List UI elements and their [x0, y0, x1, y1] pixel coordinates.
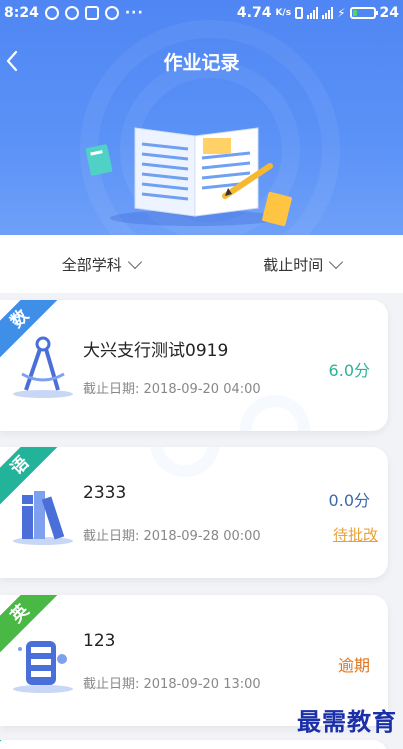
homework-record-card[interactable]: 语 2333 截止日期: 2018-09-28 00:00 0.0分 待批改: [0, 447, 388, 578]
deadline-text: 截止日期: 2018-09-20 04:00: [83, 382, 261, 397]
status-text: 逾期: [337, 656, 370, 675]
subject-tag: [0, 740, 42, 743]
homework-title: 2333: [83, 483, 127, 503]
card-decor: [240, 395, 310, 431]
message-icon: [44, 6, 59, 20]
nav-bar: 作业记录: [0, 44, 403, 78]
robot-icon: [13, 641, 73, 693]
signal-icon: [322, 7, 334, 19]
subject-filter-dropdown[interactable]: 全部学科: [0, 235, 202, 293]
battery-icon: [349, 7, 378, 19]
camera-icon: [84, 6, 99, 20]
compass-icon: [13, 336, 73, 398]
more-notifications-icon: ···: [124, 5, 144, 21]
network-speed: 4.74: [236, 5, 272, 21]
charging-icon: ⚡: [337, 6, 346, 20]
check-icon: [104, 6, 119, 20]
chevron-down-icon: [127, 254, 142, 269]
clock: 8:24: [4, 5, 39, 21]
watermark: 最需教育: [297, 707, 397, 736]
open-book-illustration-icon: [85, 127, 292, 227]
books-icon: [13, 491, 73, 545]
score-text: 0.0分: [328, 491, 370, 510]
vibrate-icon: [295, 7, 304, 19]
battery-level: 24: [379, 5, 399, 21]
homework-title: 大兴支行测试0919: [83, 341, 229, 361]
filter-bar: 全部学科 截止时间: [0, 235, 403, 293]
deadline-text: 截止日期: 2018-09-20 13:00: [83, 677, 261, 692]
page-title: 作业记录: [163, 52, 240, 74]
chat-icon: [64, 6, 79, 20]
status-link[interactable]: 待批改: [333, 524, 378, 545]
signal-icon: [307, 7, 319, 19]
score-text: 6.0分: [328, 361, 370, 380]
card-decor: [150, 447, 220, 477]
homework-record-card[interactable]: [0, 740, 388, 749]
homework-record-card[interactable]: 数 大兴支行测试0919 截止日期: 2018-09-20 04:00 6.0分: [0, 300, 388, 431]
deadline-text: 截止日期: 2018-09-28 00:00: [83, 529, 261, 544]
deadline-sort-label: 截止时间: [263, 255, 324, 274]
status-bar: 8:24 ··· 4.74 K/s ⚡ 24: [0, 0, 403, 26]
homework-title: 123: [83, 631, 116, 651]
deadline-sort-dropdown[interactable]: 截止时间: [202, 235, 403, 293]
network-speed-unit: K/s: [275, 8, 292, 18]
subject-filter-label: 全部学科: [61, 255, 122, 274]
header-banner: 8:24 ··· 4.74 K/s ⚡ 24 作业记录: [0, 0, 403, 235]
chevron-down-icon: [329, 254, 344, 269]
battery-fill: [352, 10, 358, 16]
